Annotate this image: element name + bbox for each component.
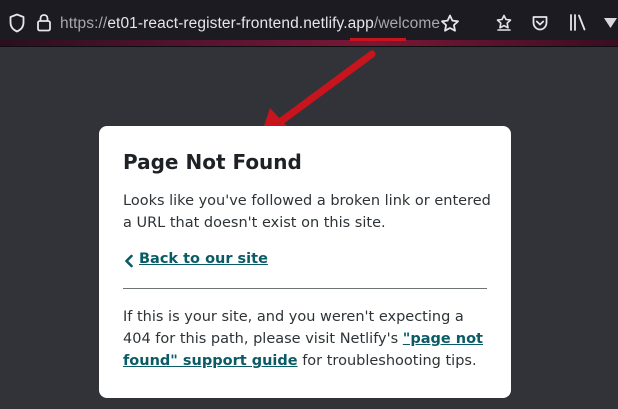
extensions-icon[interactable] — [495, 14, 513, 32]
error-card: Page Not Found Looks like you've followe… — [99, 126, 511, 398]
bookmark-star-icon[interactable] — [440, 14, 460, 33]
address-bar[interactable]: https://et01-react-register-frontend.net… — [0, 0, 440, 46]
help-suffix: for troubleshooting tips. — [297, 353, 477, 369]
divider — [123, 288, 487, 289]
page-title: Page Not Found — [123, 150, 302, 174]
annotation-underline — [350, 38, 406, 41]
url-path: /welcome — [373, 15, 441, 32]
chevron-left-icon[interactable] — [123, 254, 135, 268]
help-text: If this is your site, and you weren't ex… — [123, 306, 495, 372]
error-message: Looks like you've followed a broken link… — [123, 193, 491, 231]
url-host: et01-react-register-frontend.netlify.app — [107, 15, 374, 32]
menu-chevron-icon[interactable] — [603, 16, 618, 30]
url-scheme: https:// — [60, 15, 108, 32]
shield-icon[interactable] — [8, 13, 26, 33]
lock-icon[interactable] — [36, 13, 52, 32]
browser-toolbar: https://et01-react-register-frontend.net… — [0, 0, 618, 47]
back-to-site-link[interactable]: Back to our site — [139, 251, 268, 267]
library-icon[interactable] — [568, 13, 588, 32]
pocket-icon[interactable] — [531, 14, 549, 32]
url-text[interactable]: https://et01-react-register-frontend.net… — [60, 15, 440, 33]
